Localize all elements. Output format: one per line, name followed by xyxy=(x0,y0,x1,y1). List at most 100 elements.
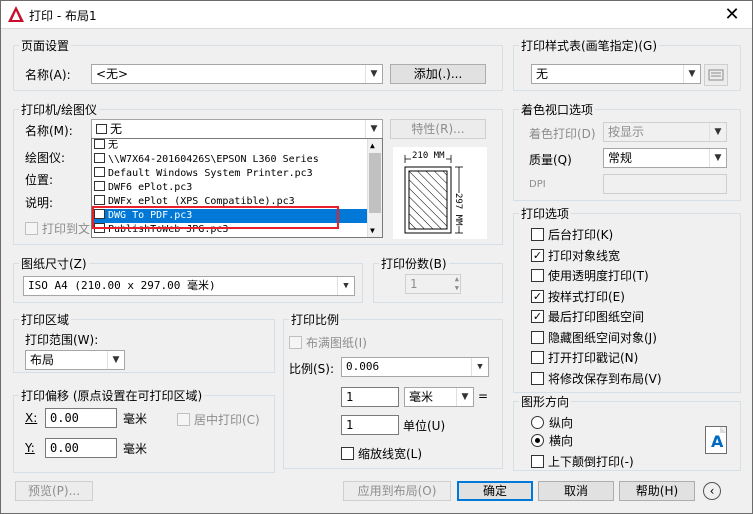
help-button[interactable]: 帮助(H) xyxy=(619,481,695,501)
orientation-title: 图形方向 xyxy=(519,393,572,410)
plot-option-checkbox[interactable]: 后台打印(K) xyxy=(531,226,613,243)
dpi-input[interactable] xyxy=(603,174,727,194)
print-to-file-checkbox[interactable]: 打印到文 xyxy=(25,220,90,237)
offset-y-unit: 毫米 xyxy=(123,442,148,456)
paper-preview: 210 MM 297 MM xyxy=(393,147,487,239)
upside-down-checkbox[interactable]: 上下颠倒打印(-) xyxy=(531,453,634,470)
apply-to-layout-button[interactable]: 应用到布局(O) xyxy=(343,481,451,501)
printer-icon xyxy=(94,153,105,163)
plot-option-checkbox[interactable]: ✓ 按样式打印(E) xyxy=(531,288,625,305)
plotter-name-combo[interactable]: 无 ▼ xyxy=(91,119,383,139)
dpi-label: DPI xyxy=(529,179,546,190)
shade-plot-combo[interactable]: 按显示 ▼ xyxy=(603,122,727,142)
fit-to-paper-label: 布满图纸(I) xyxy=(306,336,367,350)
chevron-down-icon: ▼ xyxy=(471,358,488,376)
scale-unit-combo[interactable]: 毫米 ▼ xyxy=(404,387,474,407)
checkmark-icon: ✓ xyxy=(531,310,544,323)
page-setup-name-combo[interactable]: <无> ▼ xyxy=(91,64,383,84)
quality-combo[interactable]: 常规 ▼ xyxy=(603,148,727,168)
shaded-viewport-title: 着色视口选项 xyxy=(519,101,596,118)
edit-plot-style-button[interactable] xyxy=(704,64,728,86)
chevron-down-icon: ▼ xyxy=(107,351,124,369)
preview-button[interactable]: 预览(P)... xyxy=(15,481,93,501)
dropdown-item-label: \\W7X64-20160426S\EPSON L360 Series xyxy=(108,154,319,165)
portrait-radio[interactable]: 纵向 xyxy=(531,414,573,431)
close-icon[interactable]: ✕ xyxy=(722,5,742,25)
plot-option-checkbox[interactable]: 隐藏图纸空间对象(J) xyxy=(531,329,657,346)
checkbox-box xyxy=(531,330,544,344)
landscape-radio[interactable]: 横向 xyxy=(531,432,573,449)
plot-range-combo[interactable]: 布局 ▼ xyxy=(25,350,125,370)
quality-value: 常规 xyxy=(608,151,633,165)
orientation-page-icon: A xyxy=(705,426,727,454)
plot-option-label: 最后打印图纸空间 xyxy=(548,310,645,324)
ok-button[interactable]: 确定 xyxy=(457,481,533,501)
copies-title: 打印份数(B) xyxy=(379,255,449,272)
plotter-title: 打印机/绘图仪 xyxy=(19,101,100,118)
scroll-thumb[interactable] xyxy=(369,153,381,213)
plot-option-checkbox[interactable]: ✓ 最后打印图纸空间 xyxy=(531,308,644,325)
copies-input[interactable]: 1 ▲ ▼ xyxy=(405,274,461,294)
expand-options-icon[interactable]: ‹ xyxy=(703,482,721,500)
plot-offset-group xyxy=(13,395,275,473)
highlight-box xyxy=(92,206,339,229)
portrait-label: 纵向 xyxy=(549,416,574,430)
scale-value2: 1 xyxy=(346,418,354,432)
scale-lineweights-checkbox[interactable]: 缩放线宽(L) xyxy=(341,445,422,462)
offset-y-input[interactable]: 0.00 xyxy=(45,438,117,458)
fit-to-paper-checkbox[interactable]: 布满图纸(I) xyxy=(289,334,367,351)
scale-unit-value: 毫米 xyxy=(409,390,434,404)
plotter-icon xyxy=(94,195,105,205)
edit-style-icon xyxy=(708,69,724,81)
scale-value1: 1 xyxy=(346,390,354,404)
plot-option-checkbox[interactable]: 将修改保存到布局(V) xyxy=(531,370,662,387)
plot-option-checkbox[interactable]: 打开打印戳记(N) xyxy=(531,349,638,366)
dropdown-item[interactable]: 无 xyxy=(92,139,382,153)
offset-y-value: 0.00 xyxy=(50,441,79,455)
plot-option-checkbox[interactable]: ✓ 打印对象线宽 xyxy=(531,247,620,264)
properties-button[interactable]: 特性(R)... xyxy=(390,119,486,139)
offset-x-unit: 毫米 xyxy=(123,412,148,426)
add-page-setup-button[interactable]: 添加(.)... xyxy=(390,64,486,84)
plot-range-label: 打印范围(W): xyxy=(25,333,99,347)
scale-combo[interactable]: 0.006 ▼ xyxy=(341,357,489,377)
plot-option-label: 打印对象线宽 xyxy=(548,248,621,263)
offset-y-label: Y: xyxy=(25,441,35,455)
scroll-down-icon[interactable]: ▼ xyxy=(370,226,375,235)
cancel-button[interactable]: 取消 xyxy=(538,481,614,501)
checkbox-box xyxy=(531,228,544,241)
plot-offset-title: 打印偏移 (原点设置在可打印区域) xyxy=(19,387,205,404)
dropdown-item[interactable]: Default Windows System Printer.pc3 xyxy=(92,167,382,181)
plotter-icon xyxy=(94,181,105,191)
plot-style-value: 无 xyxy=(536,67,549,81)
plotter-label: 绘图仪: xyxy=(25,151,66,165)
dropdown-item-label: DWF6 ePlot.pc3 xyxy=(108,182,193,193)
scale-lineweights-label: 缩放线宽(L) xyxy=(358,447,423,461)
chevron-down-icon: ▼ xyxy=(709,149,726,167)
dropdown-item[interactable]: DWF6 ePlot.pc3 xyxy=(92,181,382,195)
chevron-down-icon: ▼ xyxy=(337,277,354,295)
offset-x-input[interactable]: 0.00 xyxy=(45,408,117,428)
equals-sign: = xyxy=(478,389,489,403)
orientation-letter: A xyxy=(711,432,724,451)
dropdown-item[interactable]: \\W7X64-20160426S\EPSON L360 Series xyxy=(92,153,382,167)
page-setup-name-label: 名称(A): xyxy=(25,68,71,82)
spinner-arrows-icon[interactable]: ▲ ▼ xyxy=(455,275,459,293)
scale-value1-input[interactable]: 1 xyxy=(341,387,399,407)
plot-style-combo[interactable]: 无 ▼ xyxy=(531,64,701,84)
window-title: 打印 - 布局1 xyxy=(29,9,97,23)
scale-label: 比例(S): xyxy=(289,362,335,376)
plot-option-checkbox[interactable]: 使用透明度打印(T) xyxy=(531,267,649,284)
scale-value2-input[interactable]: 1 xyxy=(341,415,399,435)
upside-down-label: 上下颠倒打印(-) xyxy=(548,455,634,469)
dropdown-scrollbar[interactable]: ▲ ▼ xyxy=(367,139,382,237)
copies-value: 1 xyxy=(410,277,418,291)
center-plot-checkbox[interactable]: 居中打印(C) xyxy=(177,411,260,428)
plot-style-title: 打印样式表(画笔指定)(G) xyxy=(519,37,660,54)
shade-plot-value: 按显示 xyxy=(608,125,645,139)
plot-option-label: 将修改保存到布局(V) xyxy=(548,371,662,386)
center-plot-label: 居中打印(C) xyxy=(194,413,260,427)
paper-size-combo[interactable]: ISO A4 (210.00 x 297.00 毫米) ▼ xyxy=(23,276,355,296)
plot-option-label: 后台打印(K) xyxy=(548,228,614,242)
scroll-up-icon[interactable]: ▲ xyxy=(370,141,375,150)
